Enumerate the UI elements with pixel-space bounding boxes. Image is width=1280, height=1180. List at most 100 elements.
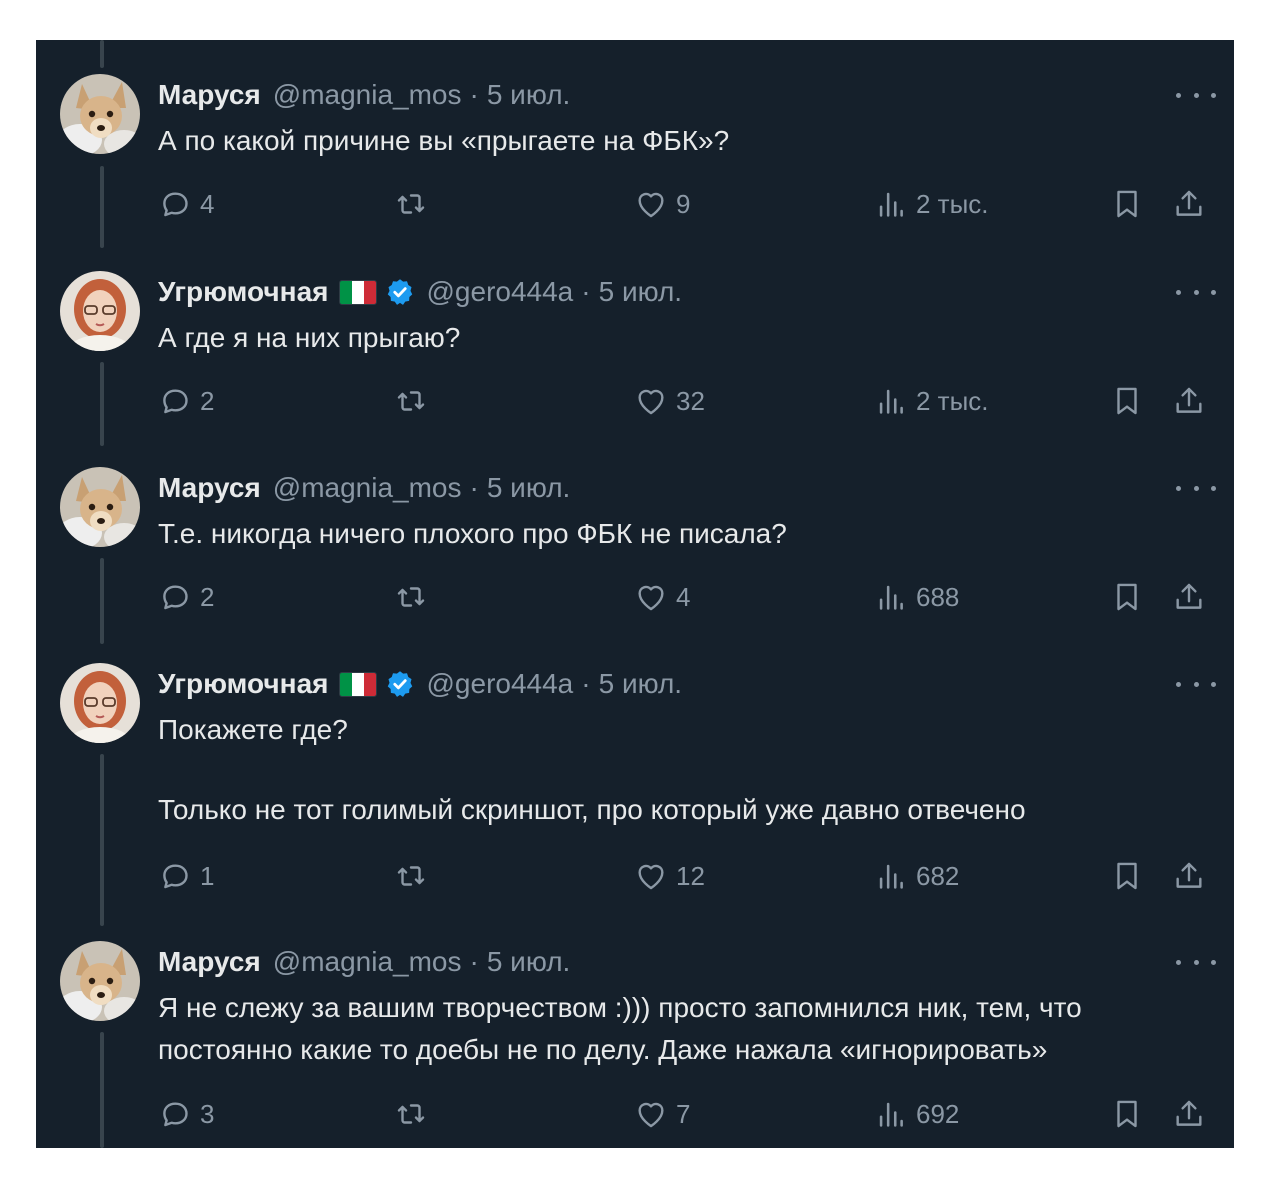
avatar-dog[interactable] [60, 941, 140, 1021]
like-button[interactable]: 7 [634, 1094, 690, 1134]
retweet-button[interactable] [394, 184, 436, 224]
reply-button[interactable]: 3 [158, 1094, 214, 1134]
author-handle[interactable]: @magnia_mos [273, 945, 462, 979]
views-button[interactable]: 2 тыс. [874, 184, 989, 224]
author-name[interactable]: Маруся [158, 78, 261, 112]
more-dots-icon[interactable] [1176, 275, 1216, 309]
tweet-text-line: А по какой причине вы «прыгаете на ФБК»? [158, 125, 730, 156]
like-button[interactable]: 12 [634, 856, 705, 896]
like-count: 12 [676, 860, 705, 891]
tweet[interactable]: Угрюмочная @gero444a · 5 июл. А где я на… [36, 237, 1234, 434]
tweet-date[interactable]: 5 июл. [599, 275, 683, 309]
avatar-dog[interactable] [60, 467, 140, 547]
tweet-text: А по какой причине вы «прыгаете на ФБК»? [158, 120, 1208, 162]
more-dots-icon[interactable] [1176, 667, 1216, 701]
dog-avatar-image [60, 74, 140, 154]
view-count: 682 [916, 860, 960, 891]
views-button[interactable]: 688 [874, 577, 959, 617]
retweet-button[interactable] [394, 856, 436, 896]
retweet-icon [397, 194, 425, 214]
tweet[interactable]: Угрюмочная @gero444a · 5 июл. Покажете г… [36, 629, 1234, 907]
share-button[interactable] [1172, 1094, 1206, 1134]
bookmark-button[interactable] [1110, 381, 1144, 421]
tweet-text: Т.е. никогда ничего плохого про ФБК не п… [158, 513, 1208, 555]
tweet[interactable]: Маруся @magnia_mos · 5 июл. Т.е. никогда… [36, 433, 1234, 630]
retweet-button[interactable] [394, 381, 436, 421]
bookmark-button[interactable] [1110, 577, 1144, 617]
views-button[interactable]: 2 тыс. [874, 381, 989, 421]
italy-flag-icon [338, 279, 377, 305]
avatar-woman[interactable] [60, 271, 140, 351]
tweet-header: Маруся @magnia_mos · 5 июл. [158, 78, 570, 112]
reply-count: 3 [200, 1098, 215, 1129]
retweet-button[interactable] [394, 577, 436, 617]
reply-count: 2 [200, 385, 215, 416]
tweet-date[interactable]: 5 июл. [487, 78, 571, 112]
share-button[interactable] [1172, 381, 1206, 421]
author-handle[interactable]: @magnia_mos [273, 78, 462, 112]
avatar-dog[interactable] [60, 74, 140, 154]
reply-button[interactable]: 2 [158, 577, 214, 617]
tweet[interactable]: Маруся @magnia_mos · 5 июл. Я не слежу з… [36, 907, 1234, 1148]
like-button[interactable]: 32 [634, 381, 705, 421]
bar-chart-icon [879, 1102, 903, 1127]
author-name[interactable]: Маруся [158, 471, 261, 505]
dog-avatar-image [60, 941, 140, 1021]
reply-button[interactable]: 1 [158, 856, 214, 896]
like-button[interactable]: 9 [634, 184, 690, 224]
separator-dot: · [469, 946, 479, 977]
share-icon [1176, 1100, 1202, 1126]
share-button[interactable] [1172, 856, 1206, 896]
bookmark-button[interactable] [1110, 184, 1144, 224]
bookmark-button[interactable] [1110, 1094, 1144, 1134]
bar-chart-icon [879, 192, 903, 217]
speech-bubble-icon [163, 192, 188, 217]
views-button[interactable]: 692 [874, 1094, 959, 1134]
share-button[interactable] [1172, 577, 1206, 617]
tweet-text-line: Т.е. никогда ничего плохого про ФБК не п… [158, 518, 787, 549]
separator-dot: · [581, 276, 591, 307]
views-button[interactable]: 682 [874, 856, 959, 896]
author-handle[interactable]: @gero444a [427, 275, 574, 309]
like-count: 9 [676, 188, 691, 219]
author-name[interactable]: Угрюмочная [158, 275, 329, 309]
retweet-button[interactable] [394, 1094, 436, 1134]
tweet-date[interactable]: 5 июл. [599, 667, 683, 701]
bookmark-button[interactable] [1110, 856, 1144, 896]
author-handle[interactable]: @gero444a [427, 667, 574, 701]
speech-bubble-icon [163, 585, 188, 610]
separator-dot: · [469, 472, 479, 503]
more-dots-icon[interactable] [1176, 471, 1216, 505]
author-name[interactable]: Угрюмочная [158, 667, 329, 701]
tweet-text-line: А где я на них прыгаю? [158, 322, 461, 353]
bookmark-icon [1117, 1100, 1137, 1128]
share-icon [1176, 387, 1202, 413]
share-button[interactable] [1172, 184, 1206, 224]
heart-icon [638, 864, 664, 890]
bookmark-icon [1117, 190, 1137, 218]
avatar-woman[interactable] [60, 663, 140, 743]
retweet-icon [397, 1104, 425, 1124]
author-name[interactable]: Маруся [158, 945, 261, 979]
reply-count: 4 [200, 188, 215, 219]
reply-button[interactable]: 4 [158, 184, 214, 224]
tweet-text: Я не слежу за вашим творчеством :))) про… [158, 987, 1208, 1071]
more-dots-icon[interactable] [1176, 78, 1216, 112]
heart-icon [638, 585, 664, 611]
tweet[interactable]: Маруся @magnia_mos · 5 июл. А по какой п… [36, 40, 1234, 237]
verified-badge-icon[interactable] [385, 669, 415, 699]
reply-button[interactable]: 2 [158, 381, 214, 421]
view-count: 2 тыс. [916, 385, 989, 416]
bar-chart-icon [879, 389, 903, 414]
woman-avatar-image [60, 271, 140, 351]
like-button[interactable]: 4 [634, 577, 690, 617]
reply-count: 1 [200, 860, 215, 891]
author-handle[interactable]: @magnia_mos [273, 471, 462, 505]
italy-flag-icon [338, 671, 377, 697]
tweet-header: Маруся @magnia_mos · 5 июл. [158, 945, 570, 979]
speech-bubble-icon [163, 389, 188, 414]
more-dots-icon[interactable] [1176, 945, 1216, 979]
tweet-date[interactable]: 5 июл. [487, 945, 571, 979]
verified-badge-icon[interactable] [385, 277, 415, 307]
tweet-date[interactable]: 5 июл. [487, 471, 571, 505]
